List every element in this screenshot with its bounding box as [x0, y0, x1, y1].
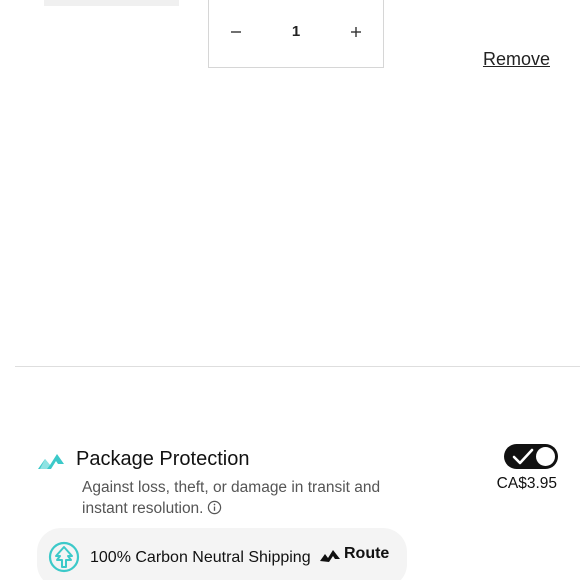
info-icon[interactable] [207, 500, 222, 515]
package-protection-description-text: Against loss, theft, or damage in transi… [82, 479, 381, 517]
tree-arrow-icon [48, 541, 80, 573]
route-logo-icon [320, 550, 340, 562]
product-image [44, 0, 179, 6]
remove-item-link[interactable]: Remove [483, 49, 550, 70]
quantity-value[interactable]: 1 [292, 23, 300, 40]
increase-quantity-button[interactable] [343, 19, 369, 45]
decrease-quantity-button[interactable] [223, 19, 249, 45]
checkmark-icon [512, 448, 534, 465]
package-protection-description: Against loss, theft, or damage in transi… [82, 477, 382, 519]
package-protection-toggle[interactable] [504, 444, 558, 469]
carbon-neutral-label: 100% Carbon Neutral Shipping [90, 549, 311, 566]
route-logo-icon [38, 454, 64, 469]
route-brand-label: Route [344, 545, 390, 562]
minus-icon [231, 30, 241, 33]
quantity-stepper: 1 [208, 0, 384, 68]
package-protection-title: Package Protection [76, 448, 250, 470]
plus-icon [351, 26, 361, 37]
toggle-knob [536, 447, 555, 466]
package-protection-price: CA$3.95 [496, 475, 557, 492]
section-divider [15, 366, 580, 367]
